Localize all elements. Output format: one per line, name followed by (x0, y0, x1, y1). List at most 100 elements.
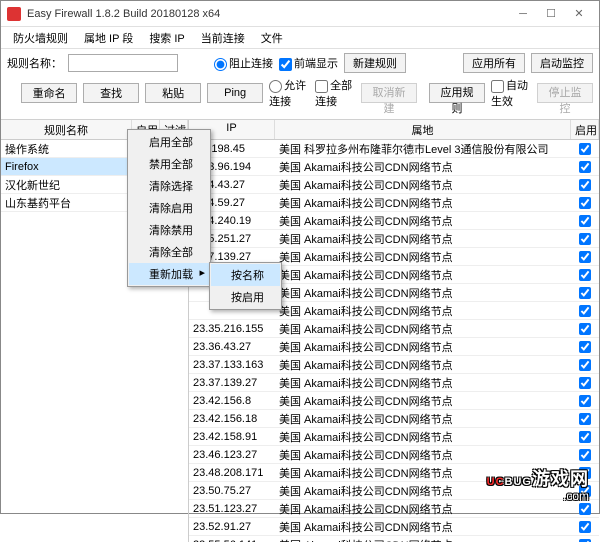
minimize-button[interactable]: ─ (509, 4, 537, 24)
context-submenu[interactable]: 按名称按启用 (209, 262, 282, 310)
cancel-new-button[interactable]: 取消新建 (361, 83, 417, 103)
ip-header: IP 属地 启用 (189, 120, 599, 140)
ip-enable-cell[interactable] (571, 178, 599, 190)
location-cell: 美国 Akamai科技公司CDN网络节点 (275, 339, 571, 355)
window-title: Easy Firewall 1.8.2 Build 20180128 x64 (27, 8, 509, 20)
location-cell: 美国 Akamai科技公司CDN网络节点 (275, 393, 571, 409)
ip-enable-cell[interactable] (571, 304, 599, 316)
ip-enable-cell[interactable] (571, 430, 599, 442)
check-auto-effect[interactable]: 自动生效 (491, 77, 531, 109)
ip-row[interactable]: 23.55.56.141美国 Akamai科技公司CDN网络节点 (189, 536, 599, 542)
new-rule-button[interactable]: 新建规则 (344, 53, 406, 73)
ip-enable-cell[interactable] (571, 322, 599, 334)
rule-name-input[interactable] (68, 54, 178, 72)
ping-button[interactable]: Ping (207, 83, 263, 103)
ip-enable-cell[interactable] (571, 538, 599, 542)
ip-enable-cell[interactable] (571, 484, 599, 496)
ctx-item[interactable]: 清除启用 (129, 197, 209, 219)
menu-firewall-rules[interactable]: 防火墙规则 (5, 28, 76, 48)
ip-row[interactable]: 23.3.96.194美国 Akamai科技公司CDN网络节点 (189, 158, 599, 176)
ip-row[interactable]: 23.52.91.27美国 Akamai科技公司CDN网络节点 (189, 518, 599, 536)
ip-panel: IP 属地 启用 8.7.198.45美国 科罗拉多州布隆菲尔德市Level 3… (189, 120, 599, 542)
apply-rule-button[interactable]: 应用规则 (429, 83, 485, 103)
maximize-button[interactable]: ☐ (537, 4, 565, 24)
ip-enable-cell[interactable] (571, 520, 599, 532)
close-button[interactable]: ✕ (565, 4, 593, 24)
col-ip-enable[interactable]: 启用 (571, 120, 599, 139)
radio-block[interactable]: 阻止连接 (214, 55, 273, 71)
ip-enable-cell[interactable] (571, 160, 599, 172)
context-menu[interactable]: 启用全部禁用全部清除选择清除启用清除禁用清除全部重新加载▸按名称按启用 (127, 129, 211, 287)
location-cell: 美国 Akamai科技公司CDN网络节点 (275, 501, 571, 517)
menu-current-conn[interactable]: 当前连接 (193, 28, 253, 48)
ip-row[interactable]: 23.5.251.27美国 Akamai科技公司CDN网络节点 (189, 230, 599, 248)
ip-enable-cell[interactable] (571, 376, 599, 388)
menu-file[interactable]: 文件 (253, 28, 291, 48)
check-front-show[interactable]: 前端显示 (279, 55, 338, 71)
ip-row[interactable]: 23.42.158.91美国 Akamai科技公司CDN网络节点 (189, 428, 599, 446)
stop-monitor-button[interactable]: 停止监控 (537, 83, 593, 103)
find-button[interactable]: 查找 (83, 83, 139, 103)
ip-row[interactable]: 23.48.208.171美国 Akamai科技公司CDN网络节点 (189, 464, 599, 482)
rule-name-label: 规则名称： (7, 55, 62, 71)
ctx-sub-item[interactable]: 按名称 (211, 264, 280, 286)
menu-location-ip[interactable]: 属地 IP 段 (76, 28, 141, 48)
menu-search-ip[interactable]: 搜索 IP (141, 28, 192, 48)
ctx-item[interactable]: 禁用全部 (129, 153, 209, 175)
radio-allow[interactable]: 允许连接 (269, 77, 309, 109)
ip-enable-cell[interactable] (571, 340, 599, 352)
ip-enable-cell[interactable] (571, 232, 599, 244)
ip-row[interactable]: 23.4.240.19美国 Akamai科技公司CDN网络节点 (189, 212, 599, 230)
ip-row[interactable]: 23.36.43.27美国 Akamai科技公司CDN网络节点 (189, 338, 599, 356)
col-rule-name[interactable]: 规则名称 (1, 120, 132, 139)
ip-enable-cell[interactable] (571, 394, 599, 406)
apply-all-button[interactable]: 应用所有 (463, 53, 525, 73)
ip-row[interactable]: 23.4.43.27美国 Akamai科技公司CDN网络节点 (189, 176, 599, 194)
ip-row[interactable]: 23.4.59.27美国 Akamai科技公司CDN网络节点 (189, 194, 599, 212)
check-all-conn[interactable]: 全部连接 (315, 77, 355, 109)
ctx-item[interactable]: 清除禁用 (129, 219, 209, 241)
ctx-sub-item[interactable]: 按启用 (211, 286, 280, 308)
ip-enable-cell[interactable] (571, 268, 599, 280)
ip-enable-cell[interactable] (571, 250, 599, 262)
ip-enable-cell[interactable] (571, 358, 599, 370)
ip-enable-cell[interactable] (571, 466, 599, 478)
location-cell: 美国 Akamai科技公司CDN网络节点 (275, 195, 571, 211)
col-location[interactable]: 属地 (275, 120, 571, 139)
ip-row[interactable]: 23.50.75.27美国 Akamai科技公司CDN网络节点 (189, 482, 599, 500)
paste-button[interactable]: 粘贴 (145, 83, 201, 103)
ip-enable-cell[interactable] (571, 502, 599, 514)
ip-row[interactable]: 23.37.139.27美国 Akamai科技公司CDN网络节点 (189, 374, 599, 392)
start-monitor-button[interactable]: 启动监控 (531, 53, 593, 73)
ctx-item[interactable]: 重新加载▸按名称按启用 (129, 263, 209, 285)
rename-button[interactable]: 重命名 (21, 83, 77, 103)
location-cell: 美国 Akamai科技公司CDN网络节点 (275, 321, 571, 337)
rule-name-cell: 汉化新世纪 (1, 177, 132, 193)
ctx-item[interactable]: 清除全部 (129, 241, 209, 263)
menu-bar: 防火墙规则 属地 IP 段 搜索 IP 当前连接 文件 (1, 27, 599, 49)
ip-enable-cell[interactable] (571, 412, 599, 424)
ip-row[interactable]: 8.7.198.45美国 科罗拉多州布隆菲尔德市Level 3通信股份有限公司 (189, 140, 599, 158)
ip-cell: 23.51.123.27 (189, 503, 275, 515)
ip-body[interactable]: 8.7.198.45美国 科罗拉多州布隆菲尔德市Level 3通信股份有限公司2… (189, 140, 599, 542)
rule-name-cell: Firefox (1, 161, 132, 173)
ip-row[interactable]: 23.37.133.163美国 Akamai科技公司CDN网络节点 (189, 356, 599, 374)
location-cell: 美国 Akamai科技公司CDN网络节点 (275, 447, 571, 463)
ip-cell: 23.52.91.27 (189, 521, 275, 533)
ip-cell: 23.37.139.27 (189, 377, 275, 389)
ip-enable-cell[interactable] (571, 214, 599, 226)
ip-row[interactable]: 23.46.123.27美国 Akamai科技公司CDN网络节点 (189, 446, 599, 464)
ctx-item[interactable]: 启用全部 (129, 131, 209, 153)
ip-row[interactable]: 23.51.123.27美国 Akamai科技公司CDN网络节点 (189, 500, 599, 518)
ip-row[interactable]: 23.42.156.18美国 Akamai科技公司CDN网络节点 (189, 410, 599, 428)
ip-row[interactable]: 23.35.216.155美国 Akamai科技公司CDN网络节点 (189, 320, 599, 338)
rule-name-cell: 山东基药平台 (1, 195, 132, 211)
ctx-item[interactable]: 清除选择 (129, 175, 209, 197)
ip-enable-cell[interactable] (571, 142, 599, 154)
location-cell: 美国 Akamai科技公司CDN网络节点 (275, 465, 571, 481)
location-cell: 美国 Akamai科技公司CDN网络节点 (275, 483, 571, 499)
ip-enable-cell[interactable] (571, 448, 599, 460)
ip-enable-cell[interactable] (571, 286, 599, 298)
ip-enable-cell[interactable] (571, 196, 599, 208)
ip-row[interactable]: 23.42.156.8美国 Akamai科技公司CDN网络节点 (189, 392, 599, 410)
